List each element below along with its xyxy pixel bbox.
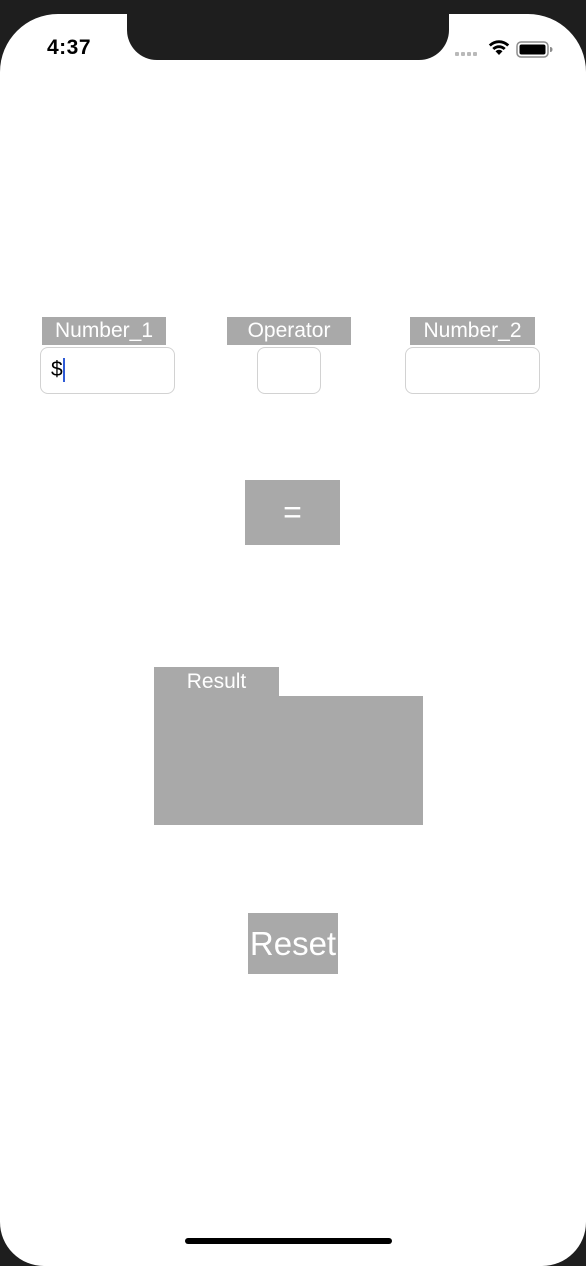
cellular-signal-icon bbox=[455, 52, 477, 56]
device-notch bbox=[127, 14, 449, 60]
equals-button-label: = bbox=[283, 494, 302, 530]
operator-input[interactable] bbox=[257, 347, 321, 394]
result-label: Result bbox=[154, 667, 279, 697]
battery-icon bbox=[516, 41, 553, 58]
reset-button[interactable]: Reset bbox=[248, 913, 338, 974]
result-display bbox=[154, 696, 423, 825]
reset-button-label: Reset bbox=[249, 925, 337, 962]
status-time: 4:37 bbox=[47, 36, 92, 59]
home-indicator[interactable] bbox=[185, 1238, 392, 1244]
number1-value: $ bbox=[51, 358, 63, 381]
text-caret bbox=[62, 358, 65, 383]
number2-input[interactable] bbox=[405, 347, 540, 394]
device-frame: 4:37 Number_1 $ Operator Number_2 = Resu… bbox=[0, 0, 586, 1266]
number1-label: Number_1 bbox=[42, 317, 166, 345]
number2-label: Number_2 bbox=[410, 317, 535, 345]
app-screen: 4:37 Number_1 $ Operator Number_2 = Resu… bbox=[0, 14, 586, 1266]
equals-button[interactable]: = bbox=[245, 480, 340, 545]
operator-label: Operator bbox=[227, 317, 351, 345]
number1-input[interactable]: $ bbox=[40, 347, 175, 394]
wifi-icon bbox=[488, 40, 510, 55]
